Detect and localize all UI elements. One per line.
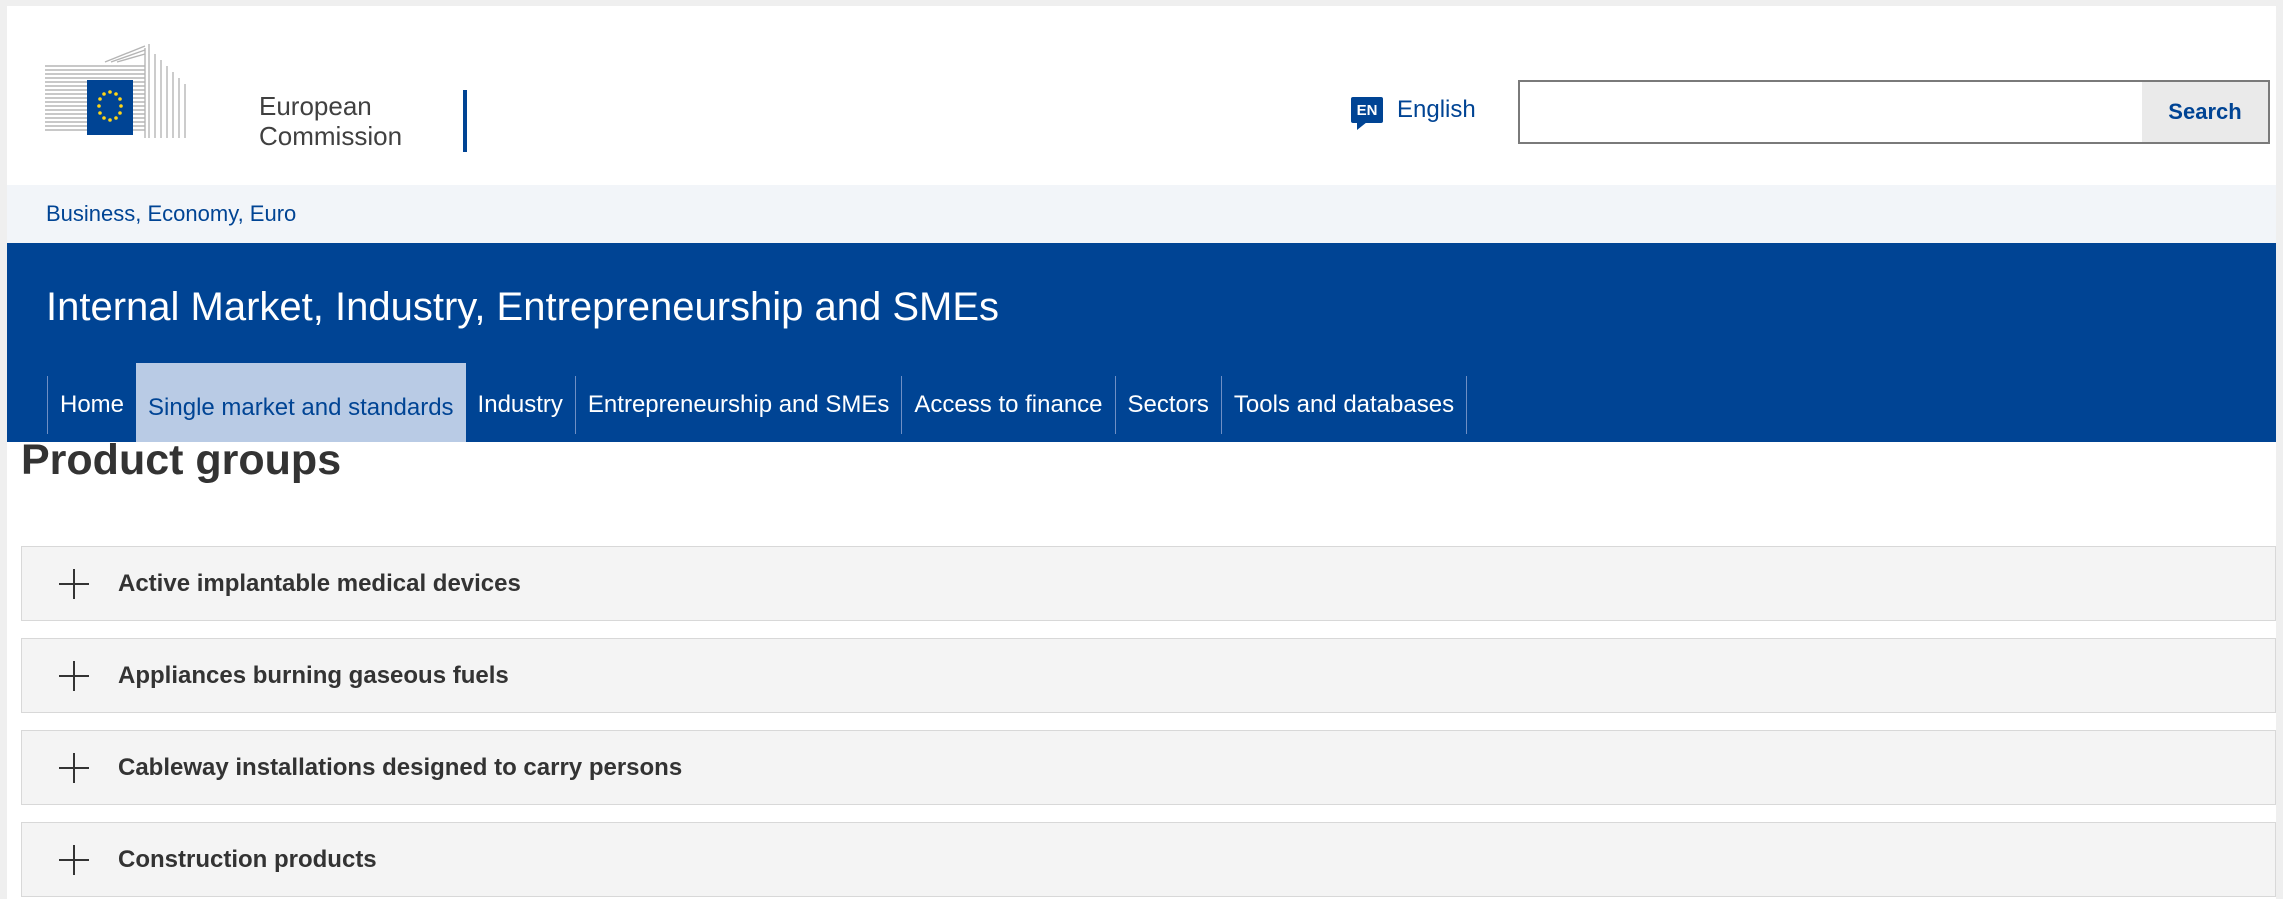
logo-text-line2: Commission <box>259 121 403 151</box>
page-title: Product groups <box>21 436 342 484</box>
nav-item-single-market[interactable]: Single market and standards <box>136 363 466 442</box>
language-label: English <box>1397 96 1476 123</box>
site-banner: Internal Market, Industry, Entrepreneurs… <box>7 243 2276 442</box>
site-title: Internal Market, Industry, Entrepreneurs… <box>46 285 1000 329</box>
logo-divider <box>463 90 467 152</box>
nav-item-home[interactable]: Home <box>47 376 136 434</box>
accordion-item-label: Appliances burning gaseous fuels <box>118 661 509 689</box>
main-navigation: Home Single market and standards Industr… <box>47 363 1468 442</box>
nav-item-access-to-finance[interactable]: Access to finance <box>901 376 1114 434</box>
plus-icon <box>59 844 89 875</box>
breadcrumb-link[interactable]: Business, Economy, Euro <box>46 201 296 227</box>
accordion-item[interactable]: Cableway installations designed to carry… <box>21 730 2276 805</box>
search-input[interactable] <box>1520 82 2150 142</box>
logo-graphic-icon <box>45 44 186 138</box>
nav-item-tools[interactable]: Tools and databases <box>1220 376 1468 434</box>
european-commission-logo[interactable]: European Commission <box>45 40 467 152</box>
search-box: Search <box>1518 80 2270 144</box>
page-frame: European Commission EN English Search Bu… <box>7 6 2276 899</box>
language-icon: EN <box>1351 97 1383 130</box>
plus-icon <box>59 568 89 599</box>
nav-item-sectors[interactable]: Sectors <box>1114 376 1221 434</box>
accordion-item[interactable]: Construction products <box>21 822 2276 897</box>
accordion-item-label: Active implantable medical devices <box>118 569 521 597</box>
nav-item-industry[interactable]: Industry <box>466 376 575 434</box>
site-header: European Commission EN English Search <box>7 6 2276 185</box>
accordion-item[interactable]: Appliances burning gaseous fuels <box>21 638 2276 713</box>
logo-text: European Commission <box>259 91 402 151</box>
search-button[interactable]: Search <box>2142 82 2268 142</box>
logo-text-line1: European <box>259 91 372 121</box>
accordion-item-label: Cableway installations designed to carry… <box>118 753 683 781</box>
plus-icon <box>59 660 89 691</box>
language-selector[interactable]: EN English <box>1351 96 1476 130</box>
nav-item-entrepreneurship[interactable]: Entrepreneurship and SMEs <box>574 376 902 434</box>
plus-icon <box>59 752 89 783</box>
breadcrumb-bar: Business, Economy, Euro <box>7 185 2276 243</box>
product-groups-accordion: Active implantable medical devices Appli… <box>21 546 2276 899</box>
accordion-item-label: Construction products <box>118 845 377 873</box>
accordion-item[interactable]: Active implantable medical devices <box>21 546 2276 621</box>
